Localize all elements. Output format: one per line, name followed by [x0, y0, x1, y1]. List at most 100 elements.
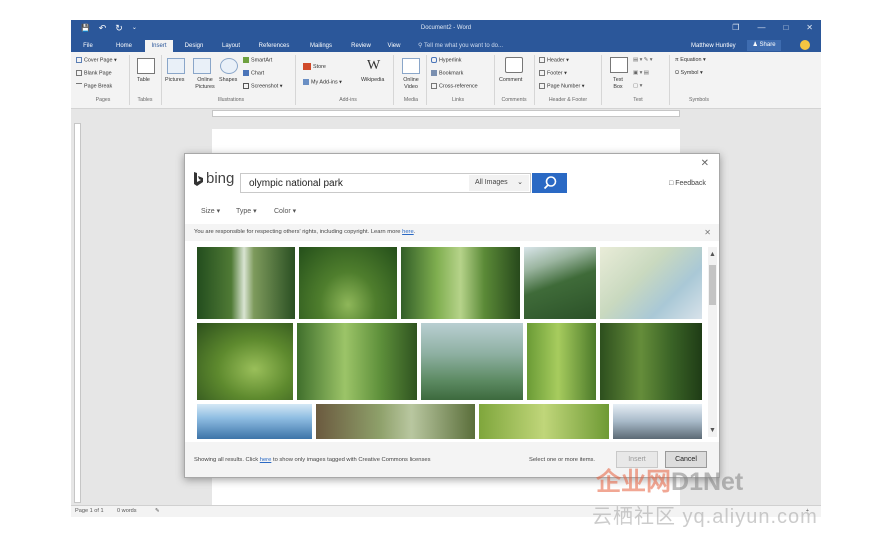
tab-mailings[interactable]: Mailings — [303, 40, 339, 52]
size-filter-label: Size — [201, 208, 215, 215]
color-filter[interactable]: Color ▾ — [274, 207, 296, 215]
image-thumbnail[interactable] — [479, 404, 609, 439]
online-pictures-icon — [193, 58, 211, 74]
tab-file[interactable]: File — [77, 40, 99, 52]
feedback-label: Feedback — [675, 180, 706, 187]
my-addins-icon — [303, 79, 309, 85]
symbol-button[interactable]: Ω Symbol ▾ — [675, 70, 703, 77]
cross-reference-button[interactable]: Cross-reference — [431, 83, 478, 90]
results-info-text-2: to show only images tagged with Creative… — [271, 457, 431, 463]
horizontal-ruler — [71, 109, 821, 118]
chart-button[interactable]: Chart — [243, 70, 264, 77]
image-thumbnail[interactable] — [527, 323, 596, 400]
title-bar: 💾 ↶ ↻ ⌄ Document2 - Word ❐ — □ ✕ — [71, 20, 821, 38]
online-video-button[interactable]: Online Video — [399, 77, 423, 91]
ribbon-divider — [426, 55, 427, 105]
hyperlink-button[interactable]: Hyperlink — [431, 57, 461, 64]
image-thumbnail[interactable] — [613, 404, 702, 439]
image-thumbnail[interactable] — [197, 404, 312, 439]
object-icon[interactable]: ▢ ▾ — [633, 83, 642, 90]
table-button[interactable]: Table — [137, 77, 150, 84]
page-count[interactable]: Page 1 of 1 — [75, 506, 104, 517]
image-thumbnail[interactable] — [316, 404, 475, 439]
user-name[interactable]: Matthew Huntley — [691, 40, 736, 52]
group-text: Text — [633, 97, 643, 103]
dialog-close-icon[interactable]: ✕ — [701, 158, 709, 169]
feedback-smiley-icon[interactable] — [800, 40, 810, 50]
copyright-notice: You are responsible for respecting other… — [185, 224, 719, 241]
text-box-button[interactable]: Text Box — [608, 77, 628, 91]
proofing-icon[interactable]: ✎ — [155, 506, 160, 517]
learn-more-link[interactable]: here — [402, 229, 414, 235]
feedback-link[interactable]: □ Feedback — [669, 180, 706, 187]
page-number-button[interactable]: Page Number ▾ — [539, 83, 584, 90]
search-input[interactable] — [249, 177, 459, 190]
creative-commons-link[interactable]: here — [260, 457, 272, 463]
store-icon — [303, 63, 311, 70]
blank-page-button[interactable]: Blank Page — [76, 70, 112, 77]
screenshot-label: Screenshot — [251, 83, 279, 90]
watermark-aliyun: 云栖社区 yq.aliyun.com — [592, 506, 818, 528]
quick-parts-icon[interactable]: ▤ ▾ ✎ ▾ — [633, 57, 653, 64]
equation-button[interactable]: π Equation ▾ — [675, 57, 706, 64]
tell-me-search[interactable]: ⚲ Tell me what you want to do... — [418, 40, 503, 52]
tab-review[interactable]: Review — [346, 40, 376, 52]
tab-home[interactable]: Home — [111, 40, 137, 52]
image-thumbnail[interactable] — [421, 323, 523, 400]
tab-layout[interactable]: Layout — [216, 40, 246, 52]
window-controls: ❐ — □ ✕ — [732, 23, 813, 32]
image-search-box[interactable]: All Images ⌄ — [240, 173, 531, 193]
screenshot: 💾 ↶ ↻ ⌄ Document2 - Word ❐ — □ ✕ File Ho… — [0, 0, 893, 539]
pictures-button[interactable]: Pictures — [165, 77, 184, 84]
insert-pictures-dialog: ✕ bing All Images ⌄ □ Feedback Size ▾ Ty… — [184, 153, 720, 478]
image-thumbnail[interactable] — [197, 323, 293, 400]
chevron-down-icon: ⌄ — [517, 179, 523, 186]
smartart-button[interactable]: SmartArt — [243, 57, 272, 64]
results-scrollbar[interactable]: ▲ ▼ — [708, 247, 717, 437]
maximize-icon[interactable]: □ — [783, 23, 788, 32]
scroll-thumb[interactable] — [709, 265, 716, 305]
screenshot-button[interactable]: Screenshot ▾ — [243, 83, 283, 90]
close-icon[interactable]: ✕ — [806, 23, 813, 32]
image-thumbnail[interactable] — [297, 323, 417, 400]
tab-view[interactable]: View — [383, 40, 405, 52]
page-break-button[interactable]: Page Break — [76, 83, 112, 90]
ribbon-divider — [295, 55, 296, 105]
image-thumbnail[interactable] — [401, 247, 520, 319]
image-thumbnail[interactable] — [600, 247, 702, 319]
footer-button[interactable]: Footer ▾ — [539, 70, 567, 77]
online-pictures-button[interactable]: Online Pictures — [192, 77, 218, 91]
scope-dropdown[interactable]: All Images ⌄ — [469, 175, 529, 191]
bookmark-button[interactable]: Bookmark — [431, 70, 463, 77]
image-thumbnail[interactable] — [524, 247, 596, 319]
type-filter[interactable]: Type ▾ — [236, 207, 257, 215]
store-button[interactable]: Store — [303, 63, 326, 71]
image-thumbnail[interactable] — [197, 247, 295, 319]
minimize-icon[interactable]: — — [757, 23, 765, 32]
wordart-icon[interactable]: ▣ ▾ ▤ — [633, 70, 649, 77]
wikipedia-button[interactable]: Wikipedia — [361, 77, 384, 84]
tab-insert[interactable]: Insert — [145, 40, 173, 52]
share-button[interactable]: ♟ Share — [747, 40, 781, 51]
image-thumbnail[interactable] — [299, 247, 397, 319]
tab-references[interactable]: References — [254, 40, 294, 52]
scroll-up-icon[interactable]: ▲ — [708, 251, 717, 259]
shapes-button[interactable]: Shapes — [219, 77, 237, 84]
comment-button[interactable]: Comment — [499, 77, 522, 84]
ribbon-options-icon[interactable]: ❐ — [732, 23, 739, 32]
ribbon-divider — [393, 55, 394, 105]
image-thumbnail[interactable] — [600, 323, 702, 400]
cover-page-button[interactable]: Cover Page ▾ — [76, 57, 117, 64]
online-video-icon — [402, 58, 420, 74]
page-number-icon — [539, 83, 545, 89]
share-label: Share — [759, 42, 776, 48]
my-addins-button[interactable]: My Add-ins ▾ — [303, 79, 342, 86]
size-filter[interactable]: Size ▾ — [201, 207, 220, 215]
search-button[interactable] — [532, 173, 567, 193]
word-count[interactable]: 0 words — [117, 506, 137, 517]
header-button[interactable]: Header ▾ — [539, 57, 569, 64]
scroll-down-icon[interactable]: ▼ — [708, 427, 717, 435]
page-break-label: Page Break — [84, 83, 113, 90]
tab-design[interactable]: Design — [179, 40, 209, 52]
notice-close-icon[interactable]: ✕ — [704, 224, 711, 241]
